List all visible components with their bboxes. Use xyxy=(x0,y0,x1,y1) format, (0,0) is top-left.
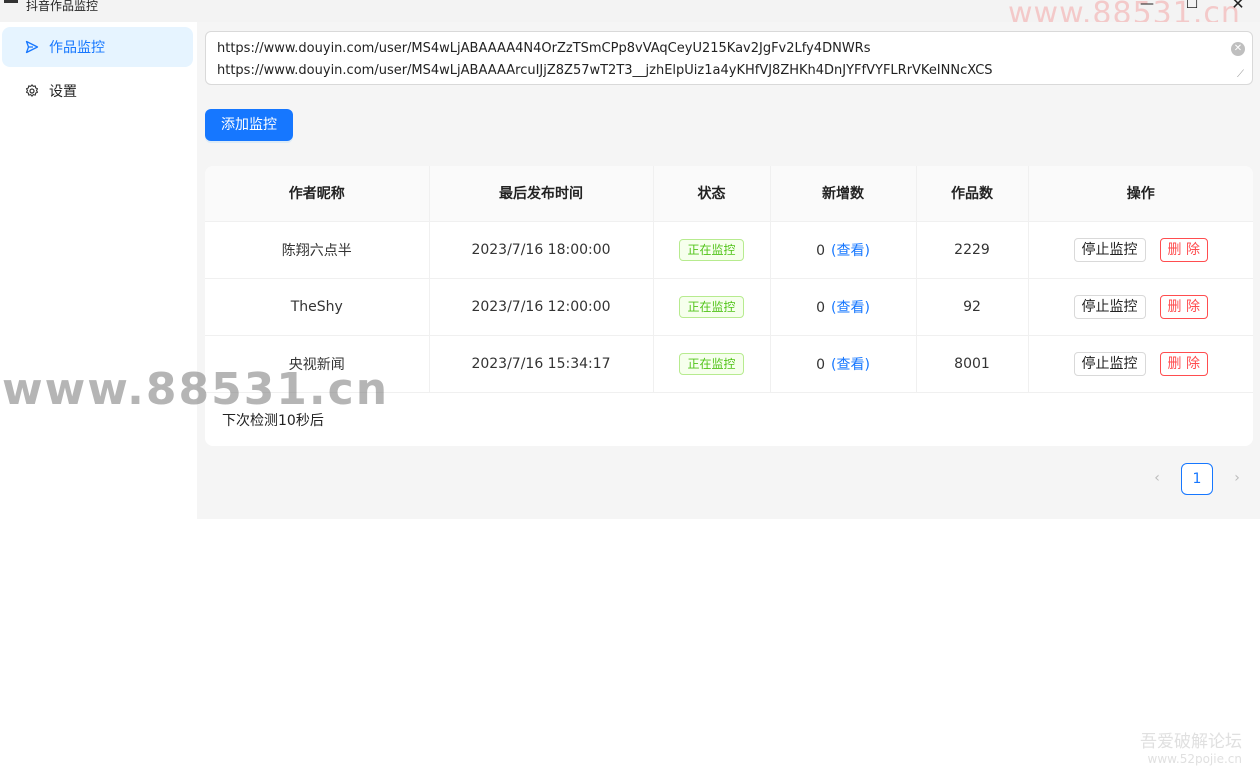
view-link[interactable]: (查看) xyxy=(831,357,870,373)
view-link[interactable]: (查看) xyxy=(831,243,870,259)
column-header-works: 作品数 xyxy=(916,166,1029,222)
table-row: TheShy 2023/7/16 12:00:00 正在监控 0 (查看) 92 … xyxy=(205,278,1253,336)
sidebar-item-label: 作品监控 xyxy=(49,40,105,56)
maximize-button[interactable]: ☐ xyxy=(1177,0,1207,16)
cell-status: 正在监控 xyxy=(653,221,771,279)
minimize-button[interactable]: — xyxy=(1132,0,1162,16)
new-count-value: 0 xyxy=(816,299,825,316)
cell-works: 2229 xyxy=(916,221,1029,279)
cell-nickname: TheShy xyxy=(205,278,430,336)
cell-new-count: 0 (查看) xyxy=(770,335,917,393)
view-link[interactable]: (查看) xyxy=(831,300,870,316)
new-count-value: 0 xyxy=(816,356,825,373)
stop-monitor-button[interactable]: 停止监控 xyxy=(1073,351,1146,376)
clear-icon[interactable]: ✕ xyxy=(1231,42,1245,56)
delete-button[interactable]: 删 除 xyxy=(1159,351,1208,376)
column-header-nickname: 作者昵称 xyxy=(205,166,430,222)
watermark-corner-line2: www.52pojie.cn xyxy=(1147,752,1242,766)
close-button[interactable]: ✕ xyxy=(1223,0,1253,16)
column-header-actions: 操作 xyxy=(1028,166,1253,222)
sidebar-item-label: 设置 xyxy=(49,84,77,100)
sidebar: 作品监控 设置 xyxy=(0,22,197,519)
cell-status: 正在监控 xyxy=(653,335,771,393)
status-badge: 正在监控 xyxy=(679,352,744,375)
resize-handle-icon[interactable]: ⟋ xyxy=(1237,70,1247,80)
sidebar-item-monitor[interactable]: 作品监控 xyxy=(2,27,193,67)
window-title: 抖音作品监控 xyxy=(26,0,99,13)
new-count-value: 0 xyxy=(816,242,825,259)
delete-button[interactable]: 删 除 xyxy=(1159,237,1208,262)
cell-actions: 停止监控删 除 xyxy=(1028,278,1253,336)
gear-icon xyxy=(24,83,40,99)
pagination-page-button[interactable]: 1 xyxy=(1181,463,1213,495)
watermark-corner-line1: 吾爱破解论坛 xyxy=(1140,732,1242,752)
stop-monitor-button[interactable]: 停止监控 xyxy=(1073,294,1146,319)
title-bar: 抖音作品监控 www.88531.cn — ☐ ✕ xyxy=(0,0,1260,31)
cell-new-count: 0 (查看) xyxy=(770,278,917,336)
watermark-corner: 吾爱破解论坛 www.52pojie.cn xyxy=(1140,732,1242,766)
app-window: 抖音作品监控 www.88531.cn — ☐ ✕ 作品监控 设置 https:… xyxy=(0,0,1260,779)
sidebar-item-settings[interactable]: 设置 xyxy=(2,71,193,111)
cell-works: 92 xyxy=(916,278,1029,336)
cell-actions: 停止监控删 除 xyxy=(1028,335,1253,393)
app-icon xyxy=(4,0,18,3)
pagination-prev-button[interactable]: ‹ xyxy=(1147,468,1167,488)
column-header-last-time: 最后发布时间 xyxy=(429,166,654,222)
cell-last-time: 2023/7/16 18:00:00 xyxy=(429,221,654,279)
cell-last-time: 2023/7/16 15:34:17 xyxy=(429,335,654,393)
main-content: https://www.douyin.com/user/MS4wLjABAAAA… xyxy=(197,22,1260,519)
table-header-row: 作者昵称 最后发布时间 状态 新增数 作品数 操作 xyxy=(205,166,1253,222)
url-input[interactable]: https://www.douyin.com/user/MS4wLjABAAAA… xyxy=(205,31,1253,85)
cell-status: 正在监控 xyxy=(653,278,771,336)
pagination-next-button[interactable]: › xyxy=(1227,468,1247,488)
cell-new-count: 0 (查看) xyxy=(770,221,917,279)
column-header-status: 状态 xyxy=(653,166,771,222)
send-icon xyxy=(24,39,40,55)
watermark-middle: www.88531.cn xyxy=(2,364,390,415)
status-badge: 正在监控 xyxy=(679,238,744,261)
add-monitor-button[interactable]: 添加监控 xyxy=(205,109,293,141)
status-badge: 正在监控 xyxy=(679,295,744,318)
cell-actions: 停止监控删 除 xyxy=(1028,221,1253,279)
stop-monitor-button[interactable]: 停止监控 xyxy=(1073,237,1146,262)
cell-last-time: 2023/7/16 12:00:00 xyxy=(429,278,654,336)
cell-works: 8001 xyxy=(916,335,1029,393)
delete-button[interactable]: 删 除 xyxy=(1159,294,1208,319)
cell-nickname: 陈翔六点半 xyxy=(205,221,430,279)
table-row: 陈翔六点半 2023/7/16 18:00:00 正在监控 0 (查看) 2229… xyxy=(205,221,1253,279)
column-header-new-count: 新增数 xyxy=(770,166,917,222)
